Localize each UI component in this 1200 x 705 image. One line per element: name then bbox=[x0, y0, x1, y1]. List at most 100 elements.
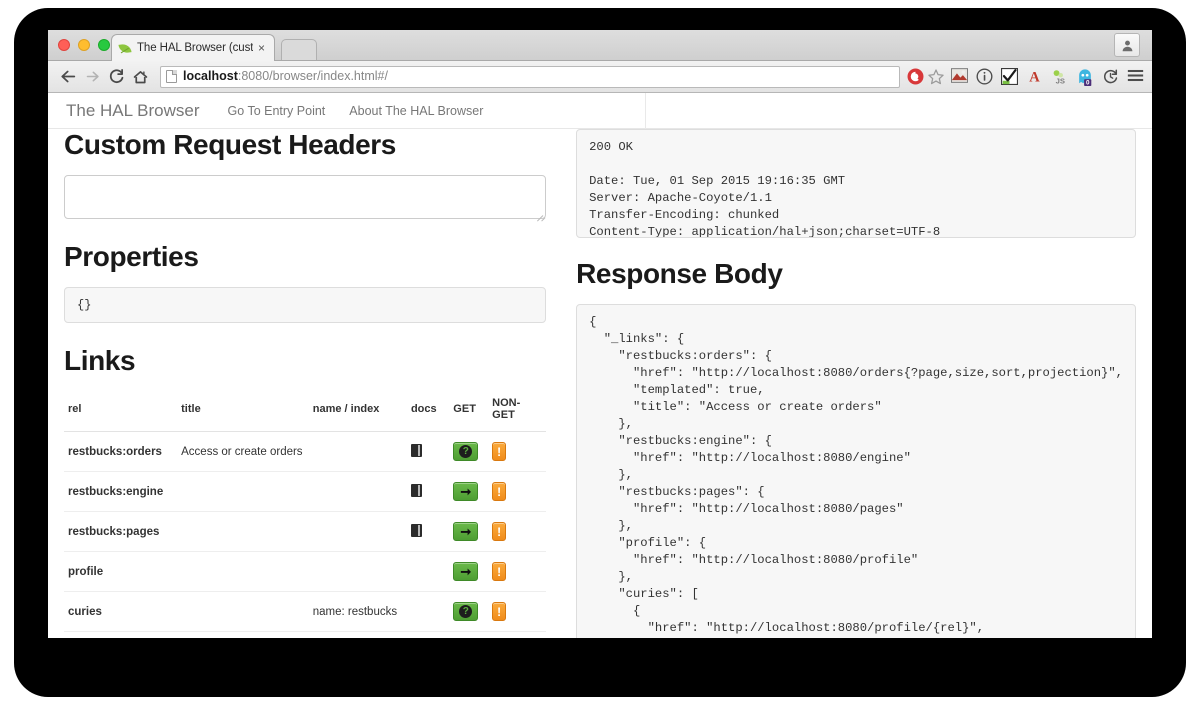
menu-icon[interactable] bbox=[1127, 68, 1144, 85]
custom-request-headers-input[interactable] bbox=[64, 175, 547, 222]
book-icon[interactable] bbox=[410, 523, 422, 537]
ghostery-badge-count: 0 bbox=[1086, 80, 1090, 86]
link-name bbox=[308, 431, 407, 472]
page-viewport: The HAL Browser Go To Entry Point About … bbox=[48, 93, 1152, 638]
home-button[interactable] bbox=[128, 65, 152, 89]
get-question-button[interactable]: ? bbox=[453, 602, 479, 621]
response-headers-box: 200 OK Date: Tue, 01 Sep 2015 19:16:35 G… bbox=[576, 129, 1136, 238]
arrow-right-icon: ➞ bbox=[460, 484, 472, 499]
left-column: Custom Request Headers Properties {} Lin… bbox=[48, 129, 563, 638]
question-mark-icon: ? bbox=[459, 605, 473, 618]
link-non-get-cell: ! bbox=[488, 551, 547, 592]
non-get-button[interactable]: ! bbox=[492, 442, 507, 461]
column-header-get: GET bbox=[449, 391, 489, 432]
link-name: name: restbucks bbox=[308, 591, 407, 632]
table-row: restbucks:engine ➞ ! bbox=[64, 471, 547, 512]
nav-link-about-the-hal-browser[interactable]: About The HAL Browser bbox=[349, 104, 483, 118]
response-body-box: { "_links": { "restbucks:orders": { "hre… bbox=[576, 304, 1136, 638]
adblock-icon[interactable] bbox=[906, 67, 925, 86]
link-title bbox=[177, 511, 309, 552]
page-columns: Custom Request Headers Properties {} Lin… bbox=[48, 93, 1152, 638]
maximize-window-button[interactable] bbox=[98, 39, 110, 51]
question-mark-icon: ? bbox=[459, 445, 473, 458]
browser-tab-strip: The HAL Browser (customi × bbox=[48, 30, 1152, 61]
link-docs-cell bbox=[406, 511, 450, 552]
column-header-rel: rel bbox=[64, 391, 178, 432]
custom-request-headers-heading: Custom Request Headers bbox=[64, 129, 396, 160]
new-tab-button[interactable] bbox=[281, 39, 317, 60]
column-header-name: name / index bbox=[308, 391, 407, 432]
browser-toolbar: localhost:8080/browser/index.html#/ A JS… bbox=[48, 61, 1152, 93]
browser-tab[interactable]: The HAL Browser (customi × bbox=[111, 34, 275, 61]
back-button[interactable] bbox=[56, 65, 80, 89]
link-non-get-cell: ! bbox=[488, 511, 547, 552]
non-get-button[interactable]: ! bbox=[492, 482, 507, 501]
book-icon[interactable] bbox=[410, 483, 422, 497]
link-name bbox=[308, 511, 407, 552]
link-get-cell: ? bbox=[449, 431, 489, 472]
address-bar[interactable]: localhost:8080/browser/index.html#/ bbox=[160, 65, 900, 88]
svg-text:A: A bbox=[1029, 70, 1040, 85]
link-title: Access or create orders bbox=[177, 431, 309, 472]
page-document-icon bbox=[166, 70, 177, 83]
link-rel: restbucks:pages bbox=[64, 511, 178, 552]
forward-button[interactable] bbox=[80, 65, 104, 89]
javascript-icon[interactable]: JS bbox=[1051, 68, 1068, 85]
get-arrow-button[interactable]: ➞ bbox=[453, 562, 479, 581]
get-arrow-button[interactable]: ➞ bbox=[453, 522, 479, 541]
link-get-cell: ➞ bbox=[449, 511, 489, 552]
response-body-heading: Response Body bbox=[576, 258, 783, 289]
home-icon bbox=[133, 70, 147, 83]
minimize-window-button[interactable] bbox=[78, 39, 90, 51]
get-arrow-button[interactable]: ➞ bbox=[453, 482, 479, 501]
table-row: profile ➞ ! bbox=[64, 551, 547, 592]
link-get-cell: ➞ bbox=[449, 471, 489, 512]
link-rel: curies bbox=[64, 591, 178, 632]
right-column: 200 OK Date: Tue, 01 Sep 2015 19:16:35 G… bbox=[562, 129, 1152, 638]
svg-text:JS: JS bbox=[1056, 76, 1065, 85]
book-icon[interactable] bbox=[410, 443, 422, 457]
nav-link-go-to-entry-point[interactable]: Go To Entry Point bbox=[228, 104, 326, 118]
link-title bbox=[177, 591, 309, 632]
history-refresh-icon[interactable] bbox=[1102, 68, 1119, 85]
get-question-button[interactable]: ? bbox=[453, 442, 479, 461]
column-header-non-get: NON-GET bbox=[488, 391, 547, 432]
bookmark-star-icon[interactable] bbox=[927, 68, 945, 86]
close-icon[interactable]: × bbox=[255, 42, 268, 54]
site-brand[interactable]: The HAL Browser bbox=[66, 101, 200, 121]
font-a-icon[interactable]: A bbox=[1026, 68, 1043, 86]
reload-icon bbox=[109, 68, 123, 84]
close-window-button[interactable] bbox=[58, 39, 70, 51]
link-title bbox=[177, 471, 309, 512]
link-docs-cell bbox=[406, 551, 450, 592]
reload-button[interactable] bbox=[104, 65, 128, 89]
column-header-docs: docs bbox=[406, 391, 450, 432]
resize-grip-icon[interactable] bbox=[534, 208, 546, 222]
links-table-head: rel title name / index docs GET NON-GET bbox=[64, 391, 547, 432]
url-host: localhost bbox=[183, 69, 238, 84]
link-docs-cell bbox=[406, 431, 450, 472]
forward-arrow-icon bbox=[86, 71, 99, 82]
ghostery-icon[interactable]: 0 bbox=[1076, 68, 1094, 87]
link-non-get-cell: ! bbox=[488, 431, 547, 472]
window-controls bbox=[58, 39, 110, 51]
non-get-button[interactable]: ! bbox=[492, 562, 507, 581]
links-heading: Links bbox=[64, 345, 136, 376]
browser-window: The HAL Browser (customi × bbox=[48, 30, 1152, 638]
non-get-button[interactable]: ! bbox=[492, 522, 507, 541]
arrow-right-icon: ➞ bbox=[460, 524, 472, 539]
link-docs-cell bbox=[406, 471, 450, 512]
link-get-cell: ➞ bbox=[449, 551, 489, 592]
profile-button[interactable] bbox=[1114, 33, 1140, 57]
link-name bbox=[308, 471, 407, 512]
table-row: restbucks:pages ➞ ! bbox=[64, 511, 547, 552]
link-non-get-cell: ! bbox=[488, 591, 547, 632]
column-header-title: title bbox=[177, 391, 309, 432]
info-icon[interactable] bbox=[976, 68, 993, 85]
person-icon bbox=[1122, 40, 1132, 51]
non-get-button[interactable]: ! bbox=[492, 602, 507, 621]
checkmark-icon[interactable] bbox=[1000, 67, 1019, 86]
screenshot-icon[interactable] bbox=[951, 68, 968, 85]
arrow-right-icon: ➞ bbox=[460, 564, 472, 579]
table-row: curies name: restbucks ? ! bbox=[64, 591, 547, 632]
